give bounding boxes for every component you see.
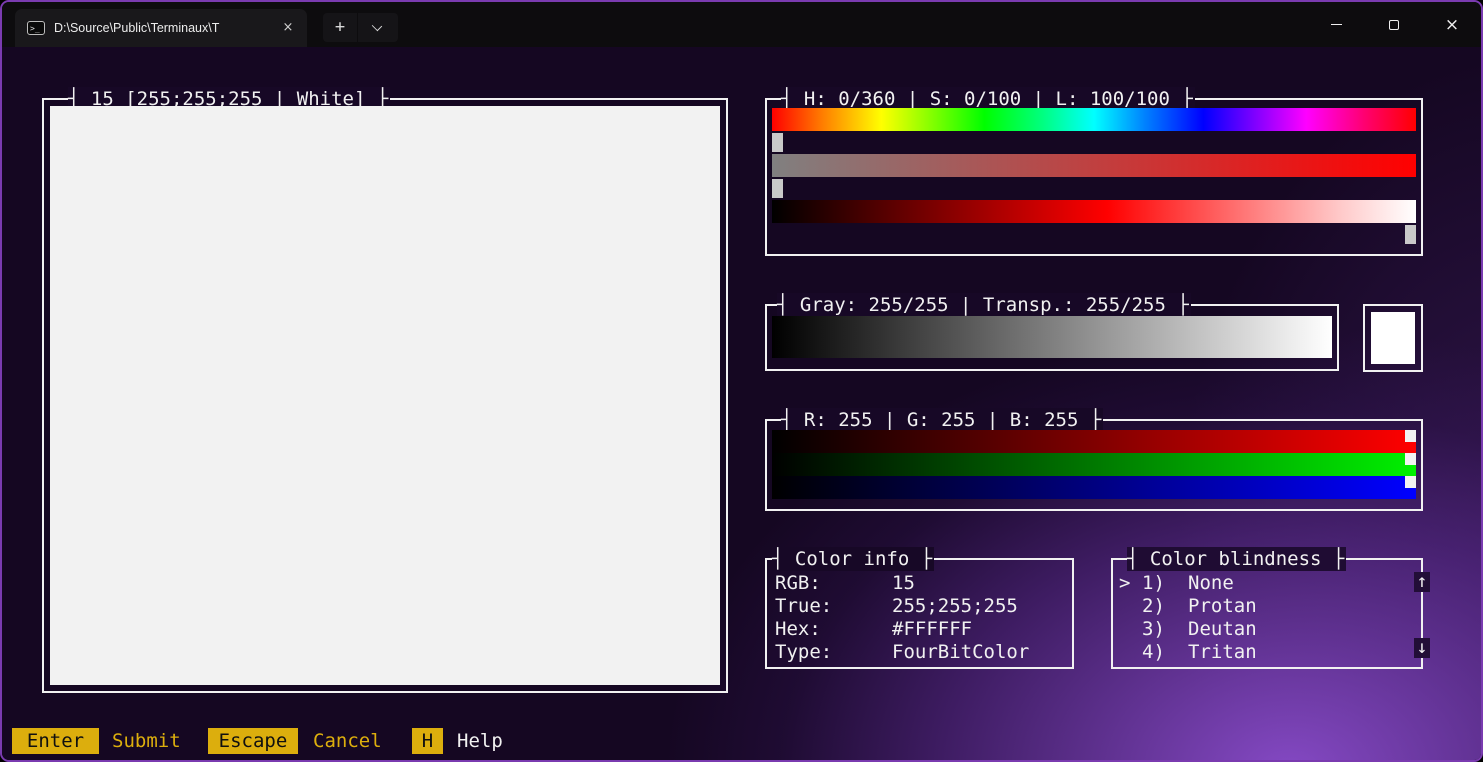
minimize-button[interactable]	[1307, 2, 1365, 47]
gray-transparency-box: ┤ Gray: 255/255 | Transp.: 255/255 ├	[765, 304, 1339, 371]
gray-transparency-title: ┤ Gray: 255/255 | Transp.: 255/255 ├	[777, 293, 1191, 317]
color-info-title: ┤ Color info ├	[772, 547, 934, 571]
info-row-rgb: RGB:15	[775, 572, 915, 595]
red-slider[interactable]	[1405, 430, 1416, 442]
color-blindness-title: ┤ Color blindness ├	[1127, 547, 1346, 571]
info-label: True:	[775, 595, 892, 618]
item-label: None	[1188, 572, 1234, 594]
maximize-button[interactable]	[1365, 2, 1423, 47]
green-bar[interactable]	[772, 453, 1416, 476]
item-label: Protan	[1188, 595, 1257, 617]
color-info-box: ┤ Color info ├ RGB:15 True:255;255;255 H…	[765, 558, 1074, 669]
blue-slider[interactable]	[1405, 476, 1416, 488]
current-color-box	[1363, 304, 1423, 372]
tab-dropdown-button[interactable]	[358, 13, 398, 42]
scroll-down-icon[interactable]: ↓	[1414, 638, 1430, 658]
terminal-icon: >_	[27, 21, 45, 35]
titlebar: >_ D:\Source\Public\Terminaux\T × + ×	[2, 2, 1481, 47]
help-key-chip: H	[412, 728, 443, 754]
hue-slider[interactable]	[772, 133, 783, 152]
color-blindness-box: ┤ Color blindness ├ ↑ ↓ >1)None 2)Protan…	[1111, 558, 1423, 669]
color-preview-box: ┤ 15 [255;255;255 | White] ├	[42, 98, 728, 693]
selection-marker: >	[1119, 572, 1142, 595]
enter-key-chip: Enter	[12, 728, 99, 754]
maximize-icon	[1389, 20, 1399, 30]
close-icon: ×	[1445, 15, 1459, 35]
info-row-hex: Hex:#FFFFFF	[775, 618, 972, 641]
close-button[interactable]: ×	[1423, 2, 1481, 47]
saturation-bar[interactable]	[772, 154, 1416, 177]
item-number: 3)	[1142, 618, 1188, 641]
list-item-tritan[interactable]: 4)Tritan	[1119, 641, 1257, 664]
item-number: 1)	[1142, 572, 1188, 595]
lightness-slider[interactable]	[1405, 225, 1416, 244]
saturation-slider[interactable]	[772, 179, 783, 198]
scroll-up-icon[interactable]: ↑	[1414, 572, 1430, 592]
lightness-bar[interactable]	[772, 200, 1416, 223]
chevron-down-icon	[372, 21, 382, 31]
info-value: FourBitColor	[892, 641, 1029, 663]
green-slider[interactable]	[1405, 453, 1416, 465]
item-number: 4)	[1142, 641, 1188, 664]
hue-bar[interactable]	[772, 108, 1416, 131]
list-item-protan[interactable]: 2)Protan	[1119, 595, 1257, 618]
color-preview-swatch	[50, 106, 720, 685]
info-label: Type:	[775, 641, 892, 664]
info-label: RGB:	[775, 572, 892, 595]
hsl-box: ┤ H: 0/360 | S: 0/100 | L: 100/100 ├	[765, 98, 1423, 256]
info-row-type: Type:FourBitColor	[775, 641, 1029, 664]
item-label: Deutan	[1188, 618, 1257, 640]
list-item-deutan[interactable]: 3)Deutan	[1119, 618, 1257, 641]
submit-label: Submit	[112, 728, 181, 754]
info-value: #FFFFFF	[892, 618, 972, 640]
terminal-screen: ┤ 15 [255;255;255 | White] ├ ┤ H: 0/360 …	[2, 47, 1481, 760]
gray-bar[interactable]	[772, 316, 1332, 358]
blue-bar[interactable]	[772, 476, 1416, 499]
keybindings-bar: Enter Submit Escape Cancel H Help	[2, 728, 1481, 756]
escape-key-chip: Escape	[208, 728, 298, 754]
help-label: Help	[457, 728, 503, 754]
current-color-swatch	[1371, 312, 1415, 364]
tab-close-icon[interactable]: ×	[276, 17, 300, 39]
terminal-tab[interactable]: >_ D:\Source\Public\Terminaux\T ×	[15, 9, 307, 47]
info-row-true: True:255;255;255	[775, 595, 1018, 618]
tab-title: D:\Source\Public\Terminaux\T	[54, 21, 276, 35]
item-number: 2)	[1142, 595, 1188, 618]
list-item-none[interactable]: >1)None	[1119, 572, 1234, 595]
info-value: 15	[892, 572, 915, 594]
rgb-title: ┤ R: 255 | G: 255 | B: 255 ├	[781, 408, 1103, 432]
item-label: Tritan	[1188, 641, 1257, 663]
info-value: 255;255;255	[892, 595, 1018, 617]
info-label: Hex:	[775, 618, 892, 641]
minimize-icon	[1331, 24, 1342, 25]
terminal-icon-glyph: >_	[30, 23, 40, 34]
rgb-box: ┤ R: 255 | G: 255 | B: 255 ├	[765, 419, 1423, 511]
red-bar[interactable]	[772, 430, 1416, 453]
cancel-label: Cancel	[313, 728, 382, 754]
terminal-window: >_ D:\Source\Public\Terminaux\T × + × ┤ …	[0, 0, 1483, 762]
new-tab-button[interactable]: +	[323, 13, 357, 42]
